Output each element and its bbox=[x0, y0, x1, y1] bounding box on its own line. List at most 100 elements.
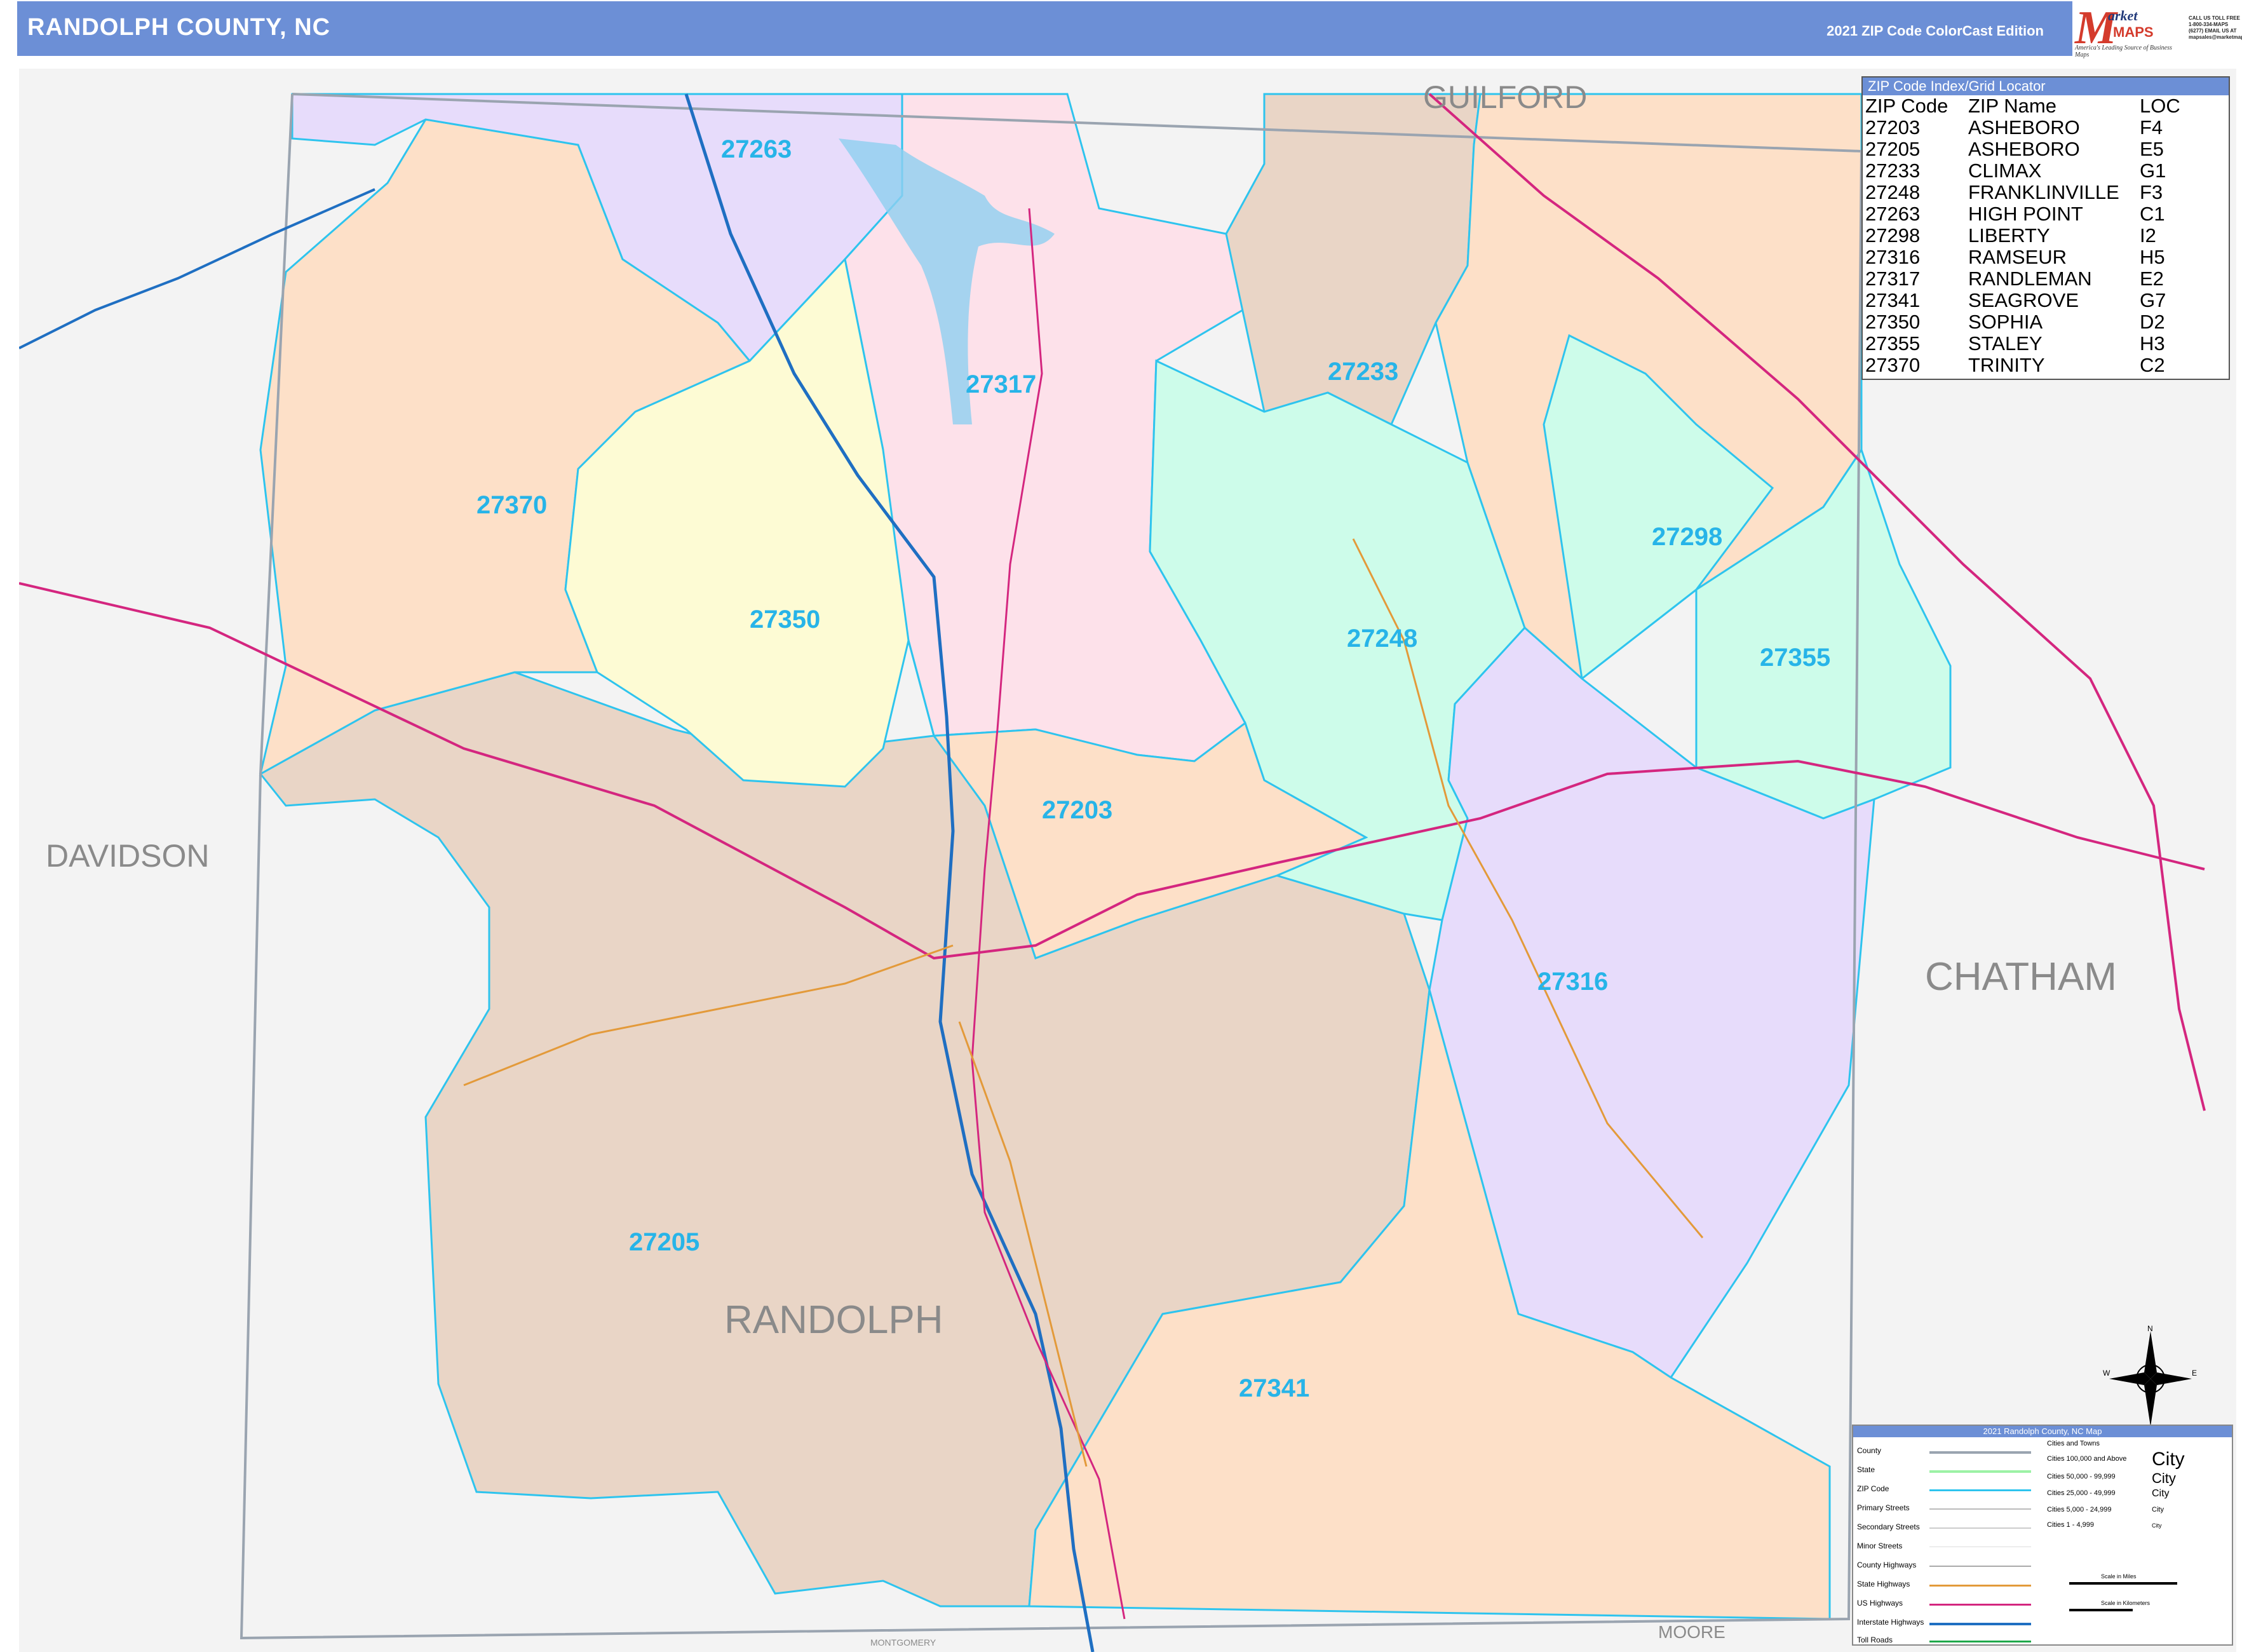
zip-cell: 27341 bbox=[1865, 289, 1921, 311]
legend-secondary-street bbox=[1929, 1527, 2031, 1529]
table-row: 27316 RAMSEUR H5 bbox=[1864, 247, 2180, 268]
table-row: 27341 SEAGROVE G7 bbox=[1864, 290, 2180, 311]
zip-name-cell: TRINITY bbox=[1968, 354, 2045, 376]
zip-cell: 27316 bbox=[1865, 246, 1921, 268]
compass-north-arrow bbox=[2144, 1331, 2157, 1379]
compass-east-arrow bbox=[2151, 1372, 2192, 1385]
table-row: 27263 HIGH POINT C1 bbox=[1864, 203, 2180, 225]
zip-name-cell: CLIMAX bbox=[1968, 159, 2042, 182]
legend-item: Minor Streets bbox=[1857, 1541, 1903, 1550]
zip-label-27298: 27298 bbox=[1652, 523, 1722, 551]
map-legend: 2021 Randolph County, NC Map County Stat… bbox=[1852, 1425, 2233, 1646]
county-label-moore: MOORE bbox=[1658, 1622, 1725, 1642]
logo-maps: MAPS bbox=[2113, 24, 2154, 40]
compass-n: N bbox=[2147, 1325, 2153, 1333]
zip-cell: 27248 bbox=[1865, 181, 1921, 203]
loc-cell: C2 bbox=[2140, 354, 2165, 376]
legend-state-line bbox=[1929, 1470, 2031, 1473]
legend-scale-km: Scale in Kilometers bbox=[2101, 1600, 2151, 1606]
county-label-randolph: RANDOLPH bbox=[724, 1298, 943, 1342]
legend-zip-line bbox=[1929, 1489, 2031, 1491]
compass-rose: N S E W bbox=[2103, 1325, 2197, 1433]
market-maps-logo: M arket MAPS America's Leading Source of… bbox=[2072, 1, 2187, 58]
legend-item: State Highways bbox=[1857, 1580, 1910, 1588]
table-row: 27355 STALEY H3 bbox=[1864, 333, 2180, 355]
loc-cell: G7 bbox=[2140, 289, 2166, 311]
legend-city-class: Cities 50,000 - 99,999 bbox=[2047, 1473, 2116, 1480]
zip-name-cell: SOPHIA bbox=[1968, 311, 2043, 333]
legend-item: ZIP Code bbox=[1857, 1484, 1889, 1493]
table-row: 27298 LIBERTY I2 bbox=[1864, 225, 2180, 247]
legend-primary-street bbox=[1929, 1508, 2031, 1510]
zip-name-cell: ASHEBORO bbox=[1968, 138, 2080, 160]
loc-cell: G1 bbox=[2140, 159, 2166, 182]
legend-city-sample-3: City bbox=[2152, 1488, 2170, 1499]
zip-label-27263: 27263 bbox=[721, 135, 792, 163]
zip-cell: 27233 bbox=[1865, 159, 1921, 182]
zip-label-27205: 27205 bbox=[629, 1228, 699, 1256]
zip-label-27350: 27350 bbox=[750, 606, 820, 633]
zip-label-27355: 27355 bbox=[1760, 644, 1830, 672]
loc-cell: I2 bbox=[2140, 224, 2156, 247]
county-label-guilford: GUILFORD bbox=[1423, 79, 1587, 115]
table-row: 27317 RANDLEMAN E2 bbox=[1864, 268, 2180, 290]
table-row: 27205 ASHEBORO E5 bbox=[1864, 139, 2180, 160]
loc-cell: C1 bbox=[2140, 203, 2165, 225]
column-header: ZIP Name bbox=[1968, 95, 2056, 117]
table-row: 27233 CLIMAX G1 bbox=[1864, 160, 2180, 182]
legend-county-line bbox=[1929, 1451, 2031, 1454]
zip-name-cell: HIGH POINT bbox=[1968, 203, 2083, 225]
loc-cell: F4 bbox=[2140, 116, 2163, 139]
legend-interstate bbox=[1929, 1623, 2031, 1625]
legend-city-class: Cities 25,000 - 49,999 bbox=[2047, 1489, 2116, 1497]
legend-item: Primary Streets bbox=[1857, 1503, 1910, 1512]
map-header: RANDOLPH COUNTY, NC 2021 ZIP Code ColorC… bbox=[17, 1, 2072, 56]
legend-item: Toll Roads bbox=[1857, 1635, 1893, 1644]
legend-item: County bbox=[1857, 1446, 1882, 1455]
zip-cell: 27355 bbox=[1865, 332, 1921, 355]
legend-state-highway bbox=[1929, 1585, 2031, 1587]
table-row: 27248 FRANKLINVILLE F3 bbox=[1864, 182, 2180, 203]
loc-cell: F3 bbox=[2140, 181, 2163, 203]
zip-name-cell: RAMSEUR bbox=[1968, 246, 2067, 268]
zip-name-cell: STALEY bbox=[1968, 332, 2043, 355]
zip-label-27248: 27248 bbox=[1347, 625, 1417, 653]
contact-note: CALL US TOLL FREE 1-800-334-MAPS (6277) … bbox=[2189, 15, 2242, 40]
legend-scale-bar-miles bbox=[2069, 1582, 2177, 1585]
loc-cell: D2 bbox=[2140, 311, 2165, 333]
legend-item: Interstate Highways bbox=[1857, 1618, 1924, 1627]
zip-cell: 27205 bbox=[1865, 138, 1921, 160]
zip-index-table: ZIP Code ZIP Name LOC 27203 ASHEBORO F4 27… bbox=[1864, 95, 2180, 376]
legend-item: US Highways bbox=[1857, 1599, 1903, 1608]
zip-name-cell: FRANKLINVILLE bbox=[1968, 181, 2119, 203]
legend-city-sample-1: City bbox=[2152, 1449, 2185, 1470]
edition-label: 2021 ZIP Code ColorCast Edition bbox=[1827, 23, 2044, 39]
legend-city-sample-5: City bbox=[2152, 1522, 2162, 1529]
legend-city-class: Cities 100,000 and Above bbox=[2047, 1455, 2127, 1463]
table-row: 27203 ASHEBORO F4 bbox=[1864, 117, 2180, 139]
zip-cell: 27298 bbox=[1865, 224, 1921, 247]
zip-name-cell: RANDLEMAN bbox=[1968, 267, 2092, 290]
compass-w: W bbox=[2103, 1369, 2110, 1378]
legend-city-sample-2: City bbox=[2152, 1470, 2176, 1486]
logo-arket: arket bbox=[2108, 8, 2138, 24]
zip-label-27316: 27316 bbox=[1537, 968, 1608, 996]
legend-scale-bar-km bbox=[2069, 1609, 2133, 1611]
legend-scale-miles: Scale in Miles bbox=[2101, 1573, 2137, 1580]
legend-county-highway bbox=[1929, 1566, 2031, 1567]
loc-cell: E5 bbox=[2140, 138, 2164, 160]
loc-cell: H3 bbox=[2140, 332, 2165, 355]
zip-name-cell: ASHEBORO bbox=[1968, 116, 2080, 139]
zip-cell: 27370 bbox=[1865, 354, 1921, 376]
legend-item: State bbox=[1857, 1465, 1875, 1474]
zip-index-header-row: ZIP Code ZIP Name LOC bbox=[1864, 95, 2180, 117]
legend-toll-road bbox=[1929, 1641, 2031, 1642]
county-label-chatham: CHATHAM bbox=[1925, 955, 2117, 999]
zip-label-27317: 27317 bbox=[966, 370, 1036, 398]
table-row: 27350 SOPHIA D2 bbox=[1864, 311, 2180, 333]
zip-name-cell: LIBERTY bbox=[1968, 224, 2050, 247]
zip-cell: 27317 bbox=[1865, 267, 1921, 290]
legend-city-sample-4: City bbox=[2152, 1506, 2164, 1513]
compass-e: E bbox=[2192, 1369, 2197, 1378]
zip-index-panel: ZIP Code Index/Grid Locator ZIP Code ZIP… bbox=[1861, 76, 2230, 380]
